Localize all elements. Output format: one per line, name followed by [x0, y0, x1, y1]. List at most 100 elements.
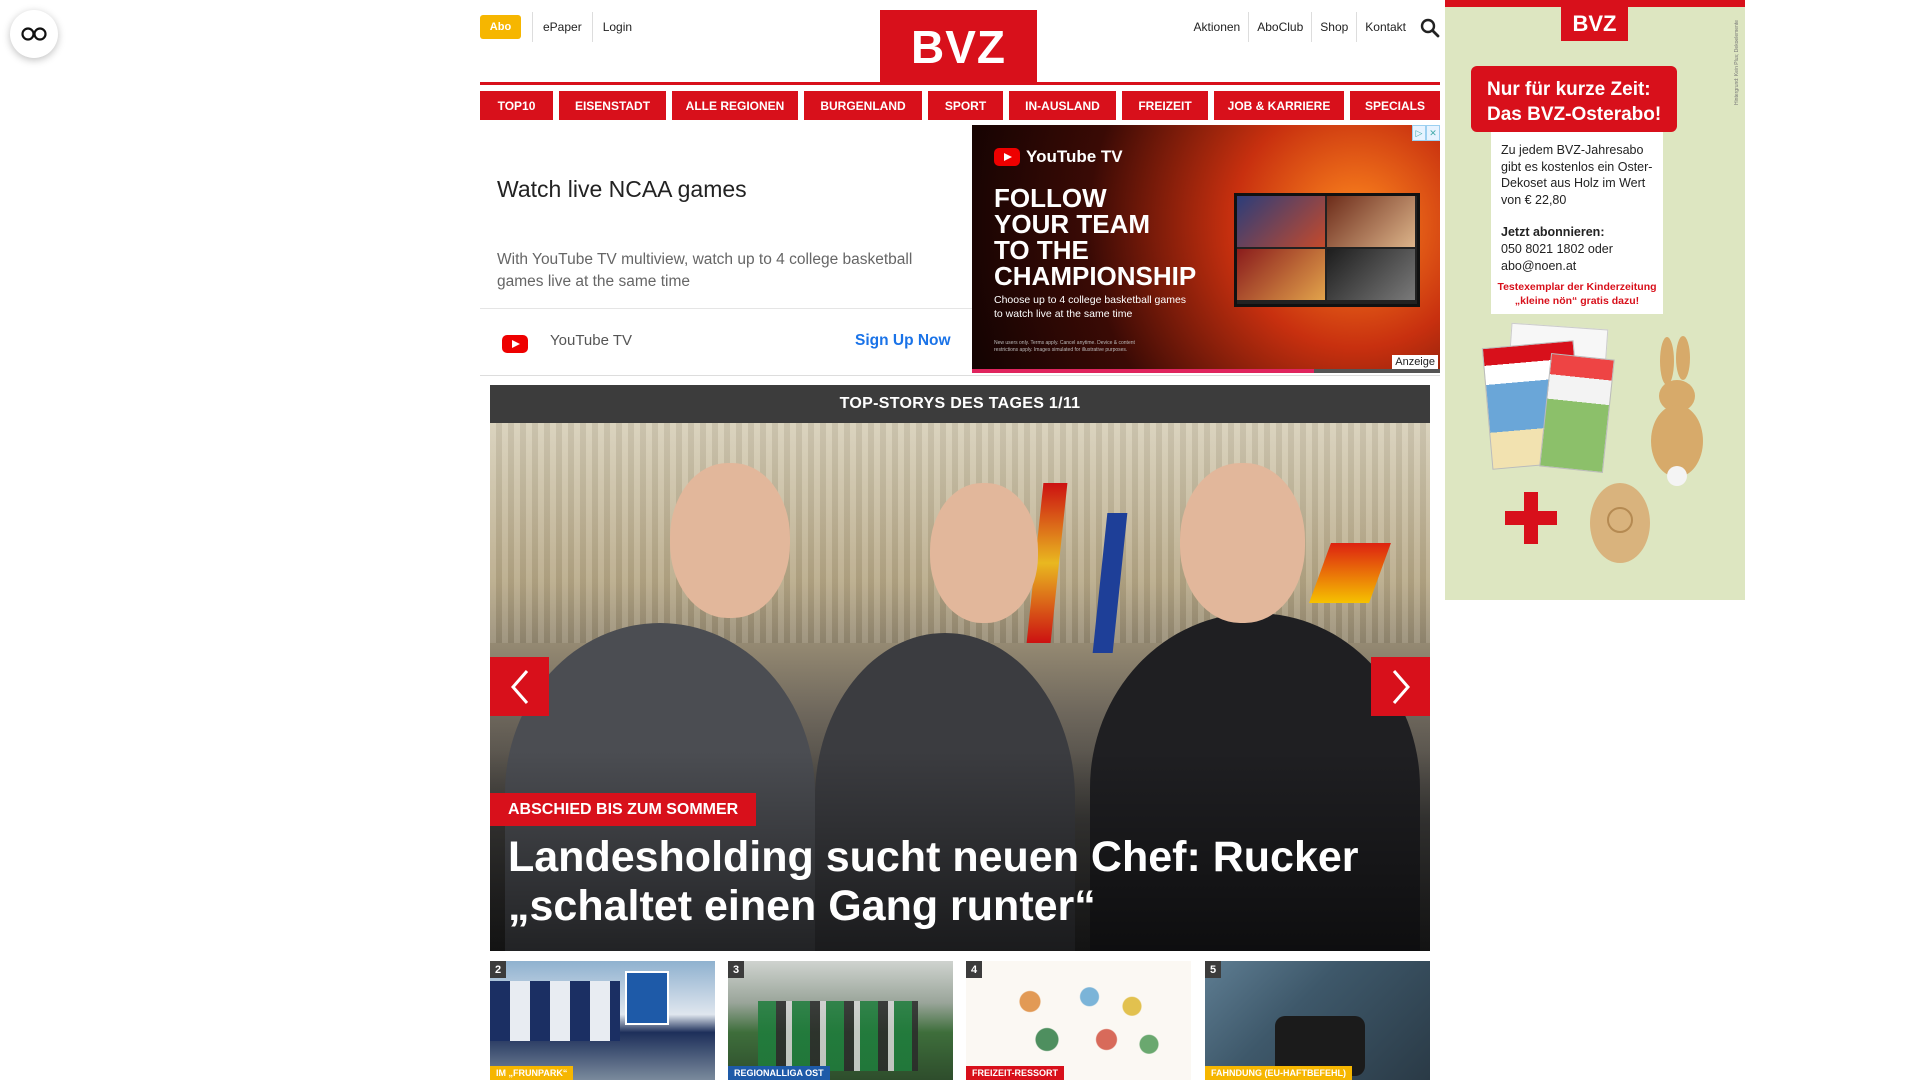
- game-thumbnail: [1237, 196, 1325, 247]
- ad-divider: [480, 308, 972, 309]
- game-thumbnail: [1237, 249, 1325, 300]
- side-ad-banner-line: Nur für kurze Zeit:: [1487, 79, 1651, 100]
- story-category[interactable]: FREIZEIT-RESSORT: [966, 1066, 1065, 1080]
- ad-image[interactable]: YouTube TV FOLLOW YOUR TEAM TO THE CHAMP…: [972, 125, 1440, 373]
- nav-item-sport[interactable]: SPORT: [928, 91, 1003, 120]
- story-number: 2: [490, 961, 506, 978]
- hero-title-line[interactable]: „schaltet einen Gang runter“: [508, 882, 1408, 931]
- chevron-left-icon: [510, 669, 528, 704]
- side-ad-credit: Hintergrund: Kein Plus; Dekoelemente: [1734, 20, 1740, 106]
- ad-image-headline: FOLLOW YOUR TEAM TO THE CHAMPIONSHIP: [994, 185, 1196, 289]
- magazine-cover: [1539, 352, 1615, 474]
- game-thumbnail: [1327, 249, 1415, 300]
- youtube-icon: [502, 335, 528, 353]
- login-link[interactable]: Login: [591, 12, 642, 42]
- ad-video-progress: [972, 369, 1440, 373]
- players-image: [758, 1001, 918, 1071]
- hero-title[interactable]: Landesholding sucht neuen Chef: Rucker „…: [508, 833, 1408, 931]
- ad-image-brand: YouTube TV: [994, 147, 1123, 167]
- ad-close-icon[interactable]: ✕: [1426, 125, 1440, 141]
- illustration-image: [996, 973, 1166, 1068]
- ad-description: With YouTube TV multiview, watch up to 4…: [497, 251, 913, 290]
- carousel-next-button[interactable]: [1371, 657, 1430, 716]
- ad-image-headline-line: CHAMPIONSHIP: [994, 261, 1197, 291]
- site-header: Abo ePaper Login BVZ Aktionen AboClub Sh…: [480, 0, 1440, 84]
- accessibility-toggle-button[interactable]: [10, 10, 58, 58]
- side-ad-logo: BVZ: [1561, 7, 1628, 41]
- adchoices-icon[interactable]: ▷: [1412, 125, 1426, 141]
- nav-item-burgenland[interactable]: BURGENLAND: [804, 91, 922, 120]
- tv-multiview-image: [1234, 193, 1420, 307]
- side-ad-banner-line: Das BVZ-Osterabo!: [1487, 104, 1662, 125]
- top-links-right: Aktionen AboClub Shop Kontakt: [1186, 12, 1414, 42]
- ad-image-subtext: Choose up to 4 college basketball games …: [994, 294, 1187, 320]
- nav-item-alle-regionen[interactable]: ALLE REGIONEN: [672, 91, 798, 120]
- side-ad-top-bar: [1445, 0, 1745, 7]
- ad-image-headline-line: YOUR TEAM: [994, 209, 1150, 239]
- display-ad[interactable]: Watch live NCAA games With YouTube TV mu…: [480, 125, 1440, 376]
- nav-item-specials[interactable]: SPECIALS: [1350, 91, 1440, 120]
- abo-button[interactable]: Abo: [480, 15, 521, 39]
- top-links-left: ePaper Login: [532, 12, 642, 42]
- ad-label: Anzeige: [1392, 355, 1438, 369]
- story-thumbnails: 2 IM „FRUNPARK“ 3 REGIONALLIGA OST 4 FRE…: [490, 961, 1430, 1080]
- ad-choices[interactable]: ▷ ✕: [1412, 125, 1440, 141]
- story-category[interactable]: FAHNDUNG (EU-HAFTBEFEHL): [1205, 1066, 1352, 1080]
- ad-image-headline-line: FOLLOW: [994, 183, 1107, 213]
- wooden-bunny-image: [1651, 336, 1703, 486]
- epaper-link[interactable]: ePaper: [532, 12, 592, 42]
- person-right-head: [1180, 463, 1305, 623]
- side-ad[interactable]: BVZ Nur für kurze Zeit: Das BVZ-Osterabo…: [1445, 0, 1745, 600]
- main-nav: TOP10 EISENSTADT ALLE REGIONEN BURGENLAN…: [480, 91, 1440, 120]
- thumb-building: [490, 981, 620, 1041]
- ad-image-brand-text: YouTube TV: [1026, 147, 1123, 166]
- search-icon[interactable]: [1420, 18, 1440, 38]
- plus-icon: [1505, 492, 1557, 544]
- center-shop-sign: [625, 971, 669, 1025]
- ad-image-headline-line: TO THE: [994, 235, 1089, 265]
- top-stories-header: TOP-STORYS DES TAGES 1/11: [490, 385, 1430, 423]
- chevron-right-icon: [1392, 669, 1410, 704]
- ad-advertiser-name: YouTube TV: [550, 332, 633, 349]
- nav-item-top10[interactable]: TOP10: [480, 91, 553, 120]
- side-ad-offer-text: Zu jedem BVZ-Jahresabo gibt es kostenlos…: [1501, 143, 1653, 207]
- glasses-icon: [21, 27, 47, 41]
- site-logo[interactable]: BVZ: [880, 10, 1037, 84]
- story-number: 5: [1205, 961, 1221, 978]
- story-thumb-4[interactable]: 4 FREIZEIT-RESSORT: [966, 961, 1191, 1080]
- story-thumb-3[interactable]: 3 REGIONALLIGA OST: [728, 961, 953, 1080]
- story-thumb-5[interactable]: 5 FAHNDUNG (EU-HAFTBEFEHL): [1205, 961, 1430, 1080]
- carousel-prev-button[interactable]: [490, 657, 549, 716]
- magazine-stack-image: [1481, 322, 1615, 476]
- person-middle-head: [930, 483, 1038, 623]
- ad-video-progress-fill: [972, 369, 1314, 373]
- story-category[interactable]: IM „FRUNPARK“: [490, 1066, 574, 1080]
- story-number: 4: [966, 961, 982, 978]
- hero-story[interactable]: ABSCHIED BIS ZUM SOMMER Landesholding su…: [490, 423, 1430, 951]
- side-ad-card: Zu jedem BVZ-Jahresabo gibt es kostenlos…: [1491, 132, 1663, 314]
- nav-item-freizeit[interactable]: FREIZEIT: [1122, 91, 1208, 120]
- aktionen-link[interactable]: Aktionen: [1186, 12, 1250, 42]
- hero-title-line[interactable]: Landesholding sucht neuen Chef: Rucker: [508, 833, 1408, 882]
- side-ad-contact: 050 8021 1802 oder abo@noen.at: [1501, 242, 1613, 273]
- story-category[interactable]: REGIONALLIGA OST: [728, 1066, 830, 1080]
- youtube-icon: [994, 148, 1020, 166]
- nav-item-in-ausland[interactable]: IN-AUSLAND: [1009, 91, 1116, 120]
- ad-text-panel[interactable]: Watch live NCAA games With YouTube TV mu…: [480, 125, 972, 375]
- side-ad-red-note: Testexemplar der Kinderzeitung „kleine n…: [1497, 281, 1657, 307]
- aboclub-link[interactable]: AboClub: [1249, 12, 1313, 42]
- ad-signup-button[interactable]: Sign Up Now: [855, 332, 951, 350]
- story-number: 3: [728, 961, 744, 978]
- person-left-head: [670, 463, 790, 618]
- header-divider: [480, 82, 1440, 85]
- story-thumb-2[interactable]: 2 IM „FRUNPARK“: [490, 961, 715, 1080]
- nav-item-job-karriere[interactable]: JOB & KARRIERE: [1214, 91, 1344, 120]
- hero-kicker[interactable]: ABSCHIED BIS ZUM SOMMER: [490, 793, 757, 826]
- ad-image-fineprint: New users only. Terms apply. Cancel anyt…: [994, 340, 1135, 353]
- nav-item-eisenstadt[interactable]: EISENSTADT: [559, 91, 666, 120]
- kontakt-link[interactable]: Kontakt: [1357, 12, 1414, 42]
- shop-link[interactable]: Shop: [1312, 12, 1358, 42]
- wooden-egg-image: [1590, 483, 1650, 563]
- ad-headline[interactable]: Watch live NCAA games: [497, 176, 747, 203]
- side-ad-subscribe-title: Jetzt abonnieren:: [1501, 225, 1605, 239]
